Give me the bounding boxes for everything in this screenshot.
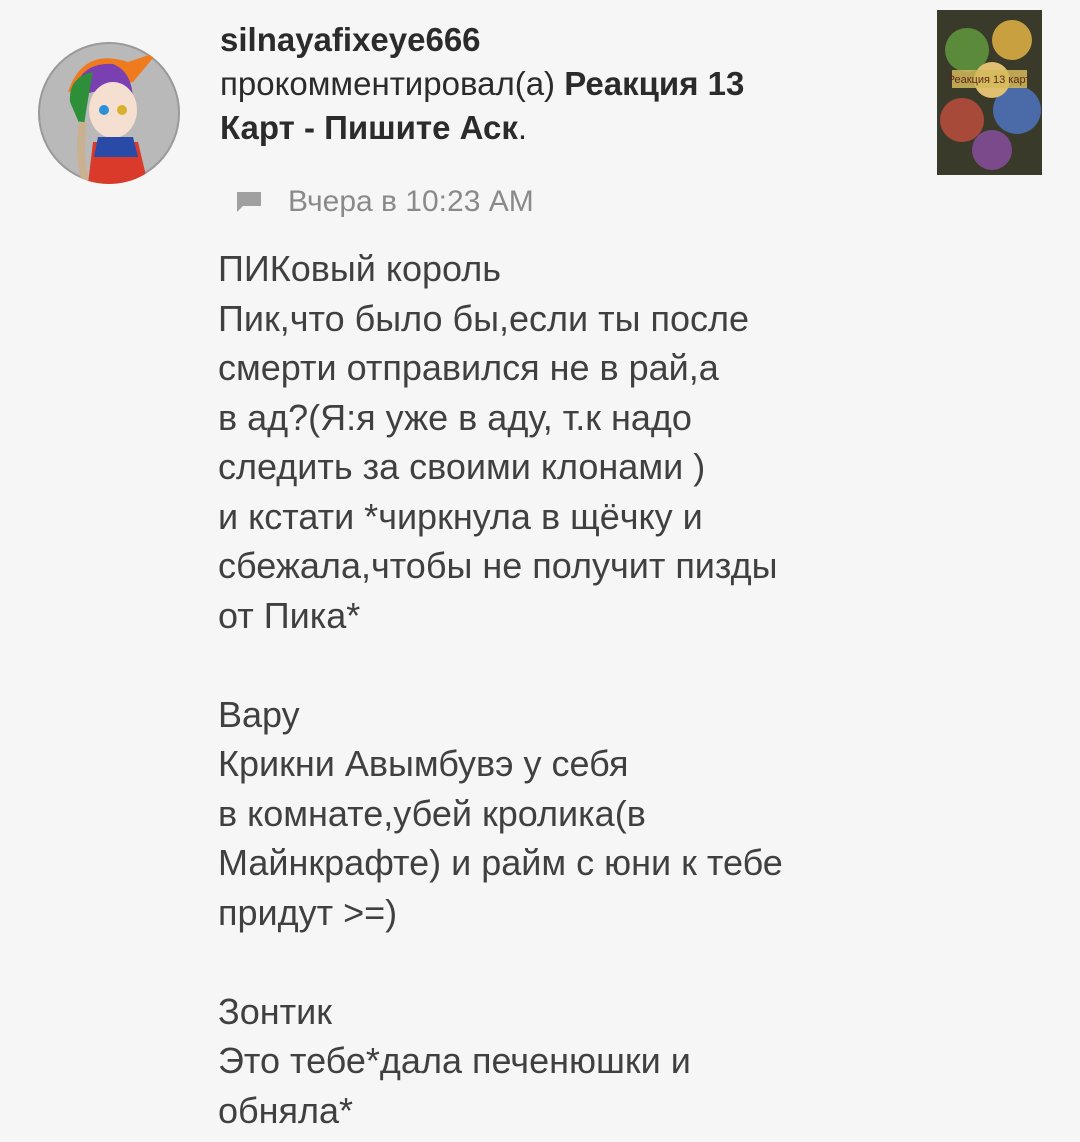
- comment-line: ПИКовый король: [218, 248, 502, 289]
- comment-text: ПИКовый король Пик,что было бы,если ты п…: [218, 244, 978, 1135]
- comment-bubble-icon: [237, 192, 261, 212]
- comment-line-blank: [218, 640, 978, 690]
- timestamp-row: Вчера в 10:23 AM: [236, 180, 534, 224]
- comment-line: Крикни Авымбувэ у себя: [218, 743, 629, 784]
- user-avatar[interactable]: [38, 42, 180, 184]
- post-title-link-continued[interactable]: Карт - Пишите Аск: [220, 109, 518, 146]
- action-verb: прокомментировал(а): [220, 65, 556, 102]
- comment-line: смерти отправился не в рай,а: [218, 347, 719, 388]
- user-avatar-icon: [38, 42, 180, 184]
- comment-line: Это тебе*дала печенюшки и: [218, 1040, 691, 1081]
- comment-line: Пик,что было бы,если ты после: [218, 297, 750, 339]
- comment-line: сбежала,чтобы не получит пизды: [218, 545, 778, 586]
- post-title-link[interactable]: Реакция 13: [564, 65, 744, 102]
- comment-line: от Пика*: [218, 594, 361, 636]
- comment-line: Майнкрафте) и райм с юни к тебе: [218, 842, 783, 883]
- notification-action: прокомментировал(а) Реакция 13 Карт - Пи…: [220, 62, 920, 150]
- comment-line: в комнате,убей кролика(в: [218, 792, 646, 834]
- notification-header: silnayafixeye666 прокомментировал(а) Реа…: [220, 18, 920, 150]
- username-link[interactable]: silnayafixeye666: [220, 18, 920, 62]
- timestamp: Вчера в 10:23 AM: [288, 185, 534, 218]
- comment-line-blank: [218, 937, 978, 987]
- comment-line: обняла*: [218, 1089, 354, 1131]
- comment-line: и кстати *чиркнула в щёчку и: [218, 495, 703, 537]
- post-thumbnail-image: Реакция 13 карт: [937, 10, 1042, 175]
- comment-line: Зонтик: [218, 990, 332, 1032]
- comment-line: следить за своими клонами ): [218, 446, 706, 487]
- post-title-period: .: [517, 109, 528, 146]
- comment-line: Вару: [218, 693, 300, 735]
- post-thumbnail[interactable]: Реакция 13 карт: [937, 10, 1042, 175]
- comment-line: в ад?(Я:я уже в аду, т.к надо: [218, 396, 692, 438]
- thumbnail-caption: Реакция 13 карт: [948, 74, 1031, 86]
- comment-line: придут >=): [218, 891, 398, 933]
